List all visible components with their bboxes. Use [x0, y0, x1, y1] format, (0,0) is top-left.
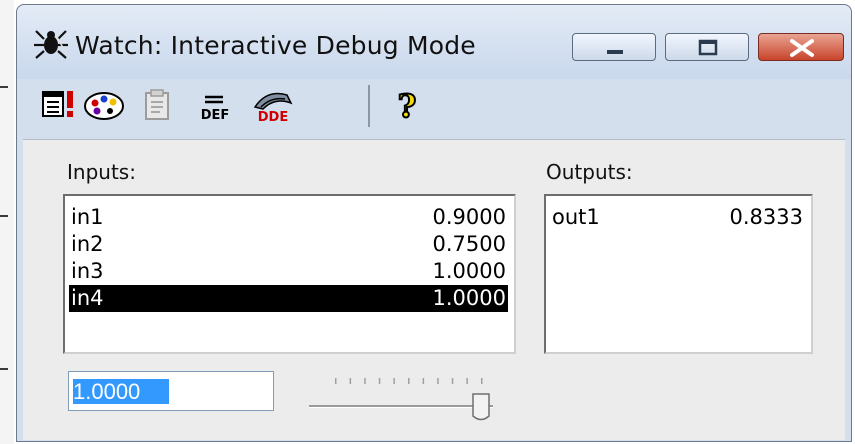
title-bar[interactable]: Watch: Interactive Debug Mode	[17, 5, 851, 79]
edge-tick	[0, 215, 8, 217]
list-alert-icon[interactable]	[41, 87, 77, 123]
outputs-label: Outputs:	[546, 160, 633, 184]
input-name: in3	[71, 259, 104, 283]
toolbar-separator	[368, 85, 370, 127]
list-item[interactable]: in1 0.9000	[69, 204, 508, 231]
client-area: Inputs: Outputs: in1 0.9000 in2 0.7500 i…	[23, 139, 845, 440]
minimize-icon	[607, 50, 623, 54]
input-value: 1.0000	[432, 286, 506, 310]
output-name: out1	[552, 205, 600, 229]
input-name: in2	[71, 232, 104, 256]
edge-tick	[0, 86, 8, 88]
close-icon	[790, 39, 814, 57]
slider-tick	[437, 378, 439, 384]
slider-track-highlight	[309, 407, 493, 408]
slider-tick	[408, 378, 410, 384]
minimize-button[interactable]	[572, 33, 656, 61]
define-icon[interactable]: DEF	[193, 87, 237, 123]
value-field-text: 1.0000	[73, 379, 169, 404]
input-value: 0.7500	[432, 232, 506, 256]
input-name: in4	[71, 286, 104, 310]
slider-tick	[422, 378, 425, 384]
slider-tick	[378, 378, 381, 384]
outputs-list[interactable]: out1 0.8333	[544, 194, 813, 354]
slider-ticks	[335, 378, 483, 384]
inputs-label: Inputs:	[67, 160, 136, 184]
palette-icon[interactable]	[83, 87, 125, 123]
slider-tick	[335, 378, 337, 384]
dde-label: DDE	[258, 110, 288, 123]
list-item[interactable]: in2 0.7500	[69, 231, 508, 258]
close-button[interactable]	[758, 33, 844, 61]
maximize-button[interactable]	[665, 33, 749, 61]
input-name: in1	[71, 205, 104, 229]
slider-thumb[interactable]	[472, 393, 490, 421]
window-title: Watch: Interactive Debug Mode	[75, 31, 476, 60]
help-glyph: ?	[398, 87, 417, 123]
help-icon[interactable]: ?	[389, 87, 425, 123]
maximize-icon	[698, 39, 718, 56]
dde-icon[interactable]: DDE	[247, 87, 297, 123]
bug-icon	[34, 30, 68, 59]
def-label: DEF	[201, 108, 230, 123]
slider-tick	[393, 378, 395, 384]
watch-window: Watch: Interactive Debug Mode DEF DDE ? …	[16, 4, 852, 442]
output-value: 0.8333	[729, 205, 803, 229]
slider-tick	[364, 378, 366, 384]
slider-tick	[466, 378, 468, 384]
list-item[interactable]: in3 1.0000	[69, 258, 508, 285]
slider-tick	[451, 378, 454, 384]
inputs-list[interactable]: in1 0.9000 in2 0.7500 in3 1.0000 in4 1.0…	[63, 194, 516, 354]
edge-tick	[0, 368, 8, 370]
background-edge	[0, 0, 14, 444]
slider-tick	[481, 378, 483, 384]
list-item[interactable]: out1 0.8333	[550, 204, 805, 231]
input-value: 1.0000	[432, 259, 506, 283]
input-value: 0.9000	[432, 205, 506, 229]
export-icon[interactable]	[141, 87, 177, 123]
slider-track	[309, 405, 493, 407]
slider-tick	[349, 378, 352, 384]
value-slider[interactable]	[305, 370, 505, 424]
list-item-selected[interactable]: in4 1.0000	[69, 285, 508, 312]
